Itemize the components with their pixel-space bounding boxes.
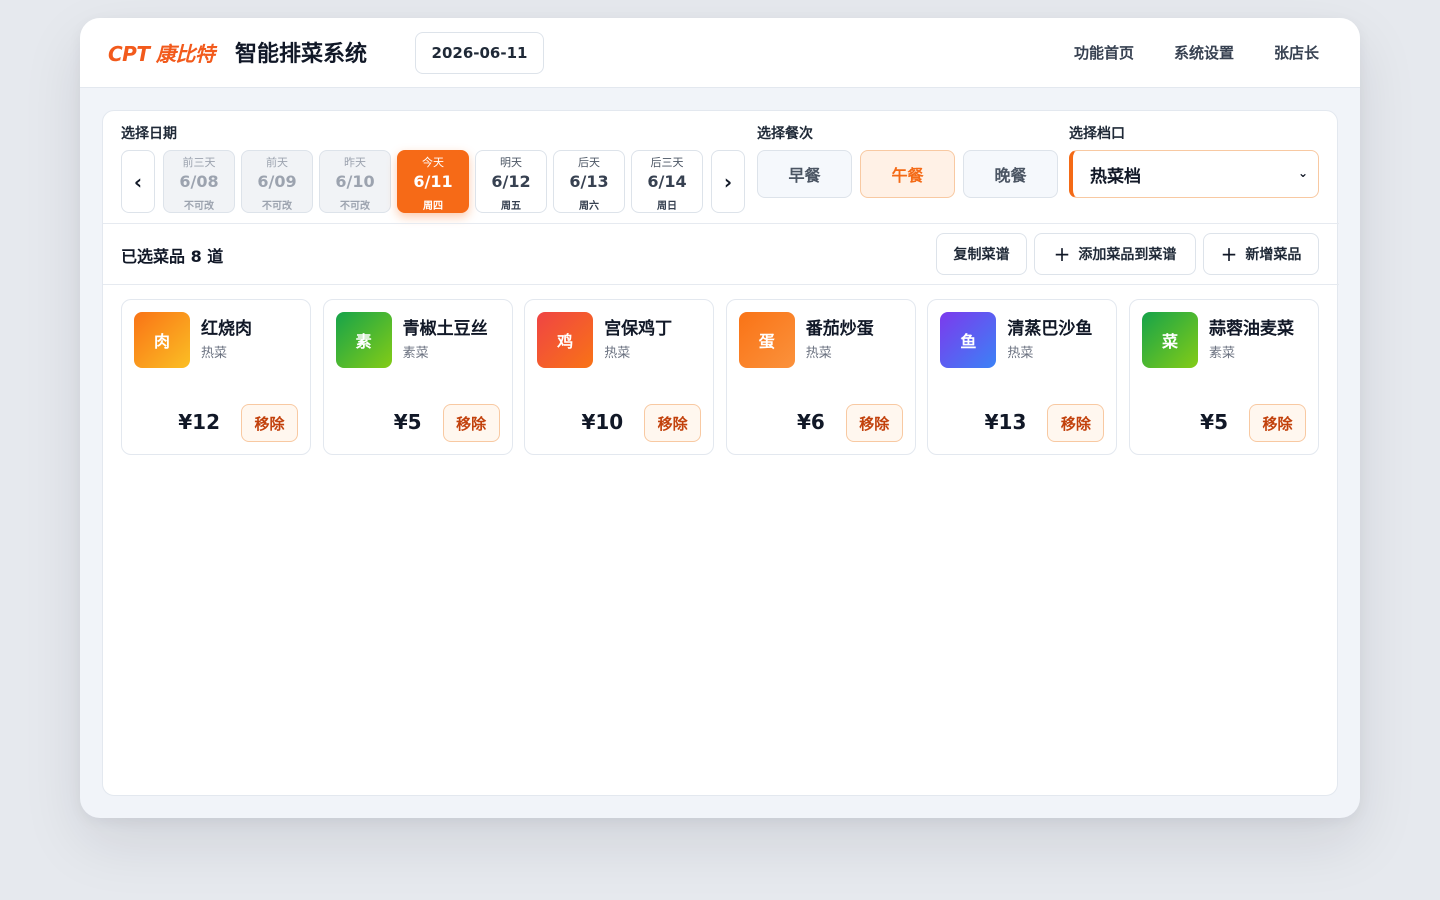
date-relative-label: 明天 [500,156,522,169]
date-month-day: 6/12 [491,172,531,191]
dish-category: 热菜 [805,346,832,361]
new-dish-label: 新增菜品 [1245,247,1302,263]
dish-price: ¥6 [796,410,825,434]
dish-category: 热菜 [1007,346,1034,361]
dish-card: 肉红烧肉热菜 ¥12 移除 [121,299,311,455]
dish-card: 菜蒜蓉油麦菜素菜 ¥5 移除 [1129,299,1319,455]
date-weekday-status: 不可改 [184,201,214,212]
dish-name: 番茄炒蛋 [805,319,874,339]
dish-price: ¥13 [984,410,1027,434]
dish-thumbnail: 菜 [1142,312,1198,368]
current-date-display[interactable]: 2026-06-11 [415,32,544,74]
dish-price: ¥10 [581,410,624,434]
dish-price: ¥5 [393,410,422,434]
menu-planner-panel: 选择日期 选择餐次 选择档口 ‹ 前三天 6/08 不可改 前天 6/09 不可改 昨天 6/… [102,110,1339,796]
dish-category: 热菜 [201,346,228,361]
remove-dish-button[interactable]: 移除 [241,404,298,442]
date-relative-label: 后三天 [650,156,684,169]
date-weekday-status: 不可改 [340,201,370,212]
date-option-0: 前三天 6/08 不可改 [163,150,235,213]
meal-option-2[interactable]: 晚餐 [963,150,1058,198]
divider [103,223,1339,224]
date-next-button[interactable]: › [711,150,745,213]
add-dish-to-menu-button[interactable]: + 添加菜品到菜谱 [1034,233,1196,275]
dish-price: ¥5 [1200,410,1228,434]
system-title: 智能排菜系统 [235,42,368,67]
date-option-5[interactable]: 后天 6/13 周六 [553,150,625,213]
dish-name: 宫保鸡丁 [604,319,673,339]
meal-option-0[interactable]: 早餐 [757,150,852,198]
top-bar: CPT 康比特 智能排菜系统 2026-06-11 功能首页 系统设置 张店长 [80,18,1360,88]
date-weekday-status: 周四 [423,201,443,212]
dish-thumbnail: 鱼 [940,312,997,368]
selected-dish-count: 已选菜品 8 道 [121,247,224,266]
date-month-day: 6/14 [647,172,687,191]
remove-dish-button[interactable]: 移除 [845,404,903,442]
remove-dish-button[interactable]: 移除 [1249,404,1306,442]
date-section-label: 选择日期 [121,126,177,142]
date-weekday-status: 不可改 [262,201,292,212]
meal-option-1[interactable]: 午餐 [860,150,955,198]
copy-menu-label: 复制菜谱 [953,247,1010,263]
date-relative-label: 昨天 [344,156,366,169]
new-dish-button[interactable]: + 新增菜品 [1203,233,1319,275]
chevron-down-icon: ⌄ [1297,166,1308,180]
date-relative-label: 前天 [266,156,288,169]
add-dish-label: 添加菜品到菜谱 [1078,247,1177,263]
date-month-day: 6/13 [569,172,609,191]
date-month-day: 6/10 [335,172,375,191]
dish-category: 素菜 [1209,346,1236,361]
dish-name: 蒜蓉油麦菜 [1209,319,1294,339]
dish-name: 青椒土豆丝 [402,319,488,339]
stall-select[interactable]: 热菜档 ⌄ [1069,150,1319,198]
date-month-day: 6/11 [413,172,453,191]
divider [103,284,1339,285]
user-menu[interactable]: 张店长 [1274,42,1319,63]
date-month-day: 6/09 [257,172,297,191]
nav-home-link[interactable]: 功能首页 [1074,42,1134,63]
dish-thumbnail: 肉 [134,312,190,368]
plus-icon: + [1220,242,1238,266]
date-weekday-status: 周五 [501,201,521,212]
remove-dish-button[interactable]: 移除 [442,404,500,442]
dish-thumbnail: 素 [335,312,392,368]
copy-menu-button[interactable]: 复制菜谱 [936,233,1027,275]
dish-card: 蛋番茄炒蛋热菜 ¥6 移除 [725,299,916,455]
date-prev-button[interactable]: ‹ [121,150,155,213]
date-weekday-status: 周六 [579,201,599,212]
date-option-4[interactable]: 明天 6/12 周五 [475,150,547,213]
dish-price: ¥12 [178,410,220,434]
meal-section-label: 选择餐次 [757,126,813,142]
chevron-right-icon: › [723,169,733,194]
date-weekday-status: 周日 [657,201,677,212]
brand-logo: CPT 康比特 [108,42,215,66]
date-relative-label: 后天 [578,156,600,169]
remove-dish-button[interactable]: 移除 [1047,404,1105,442]
dish-card: 鸡宫保鸡丁热菜 ¥10 移除 [524,299,715,455]
dish-card: 鱼清蒸巴沙鱼热菜 ¥13 移除 [927,299,1118,455]
date-option-2: 昨天 6/10 不可改 [319,150,391,213]
plus-icon: + [1053,242,1071,266]
date-relative-label: 今天 [422,156,444,169]
dish-name: 红烧肉 [201,319,252,339]
nav-settings-link[interactable]: 系统设置 [1174,42,1234,63]
remove-dish-button[interactable]: 移除 [644,404,702,442]
date-option-6[interactable]: 后三天 6/14 周日 [631,150,703,213]
dish-name: 清蒸巴沙鱼 [1007,319,1093,339]
app-window: CPT 康比特 智能排菜系统 2026-06-11 功能首页 系统设置 张店长 … [80,18,1360,818]
date-option-3[interactable]: 今天 6/11 周四 [397,150,469,213]
dish-thumbnail: 鸡 [537,312,594,368]
chevron-left-icon: ‹ [133,169,143,194]
stall-select-value: 热菜档 [1090,166,1141,187]
date-option-1: 前天 6/09 不可改 [241,150,313,213]
date-month-day: 6/08 [179,172,219,191]
dish-thumbnail: 蛋 [738,312,795,368]
stall-section-label: 选择档口 [1069,126,1125,142]
dish-category: 热菜 [604,346,631,361]
date-relative-label: 前三天 [182,156,216,169]
dish-category: 素菜 [402,346,429,361]
dish-card: 素青椒土豆丝素菜 ¥5 移除 [322,299,513,455]
